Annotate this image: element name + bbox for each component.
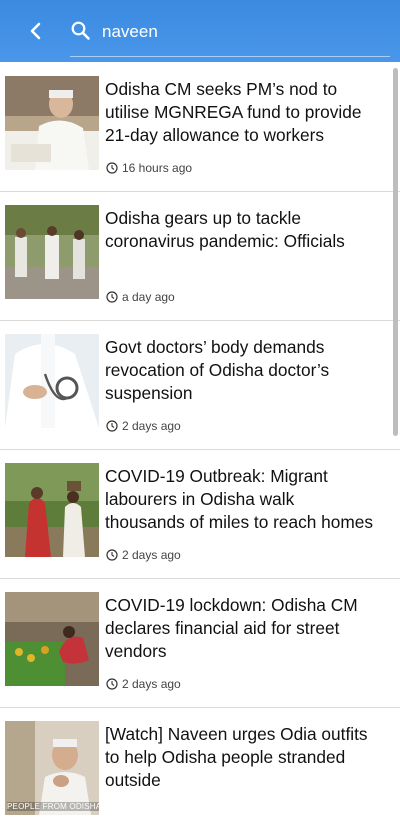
article-item[interactable]: COVID-19 lockdown: Odisha CM declares fi… [0, 578, 400, 708]
article-timestamp: 16 hours ago [106, 161, 192, 175]
clock-icon [106, 162, 118, 174]
article-title: Odisha gears up to tackle coronavirus pa… [105, 208, 345, 251]
article-item[interactable]: PEOPLE FROM ODISHA [Watch] Naveen urges … [0, 707, 400, 836]
clock-icon [106, 549, 118, 561]
app-bar [0, 0, 400, 62]
article-title: Govt doctors’ body demands revocation of… [105, 337, 330, 403]
back-arrow-icon [30, 22, 41, 40]
article-title: Odisha CM seeks PM’s nod to utilise MGNR… [105, 79, 362, 145]
clock-icon [106, 291, 118, 303]
article-timestamp: 2 days ago [106, 548, 181, 562]
article-title: [Watch] Naveen urges Odia outfits to hel… [105, 724, 368, 790]
article-time-label: 16 hours ago [122, 161, 193, 175]
article-title: COVID-19 Outbreak: Migrant labourers in … [105, 466, 374, 532]
article-title: COVID-19 lockdown: Odisha CM declares fi… [105, 595, 358, 661]
article-item[interactable]: Govt doctors’ body demands revocation of… [0, 320, 400, 450]
article-thumbnail [5, 463, 99, 557]
article-timestamp: a day ago [106, 290, 175, 304]
clock-icon [106, 678, 118, 690]
article-thumbnail [5, 334, 99, 428]
thumbnail-caption: PEOPLE FROM ODISHA [7, 802, 99, 811]
back-button[interactable] [22, 17, 50, 45]
article-thumbnail: PEOPLE FROM ODISHA [5, 721, 99, 815]
article-thumbnail [5, 205, 99, 299]
article-timestamp: 2 days ago [106, 419, 181, 433]
article-time-label: 2 days ago [122, 548, 181, 562]
scrollbar[interactable] [393, 68, 398, 436]
article-time-label: 2 days ago [122, 419, 181, 433]
search-input[interactable] [102, 18, 372, 46]
article-timestamp: 2 days ago [106, 677, 181, 691]
article-item[interactable]: Odisha CM seeks PM’s nod to utilise MGNR… [0, 62, 400, 192]
search-icon [71, 21, 90, 40]
article-item[interactable]: Odisha gears up to tackle coronavirus pa… [0, 191, 400, 321]
article-time-label: 2 days ago [122, 677, 181, 691]
article-thumbnail [5, 76, 99, 170]
clock-icon [106, 420, 118, 432]
article-time-label: a day ago [122, 290, 175, 304]
article-thumbnail [5, 592, 99, 686]
article-item[interactable]: COVID-19 Outbreak: Migrant labourers in … [0, 449, 400, 579]
article-list: Odisha CM seeks PM’s nod to utilise MGNR… [0, 62, 400, 815]
search-bar [70, 10, 390, 57]
